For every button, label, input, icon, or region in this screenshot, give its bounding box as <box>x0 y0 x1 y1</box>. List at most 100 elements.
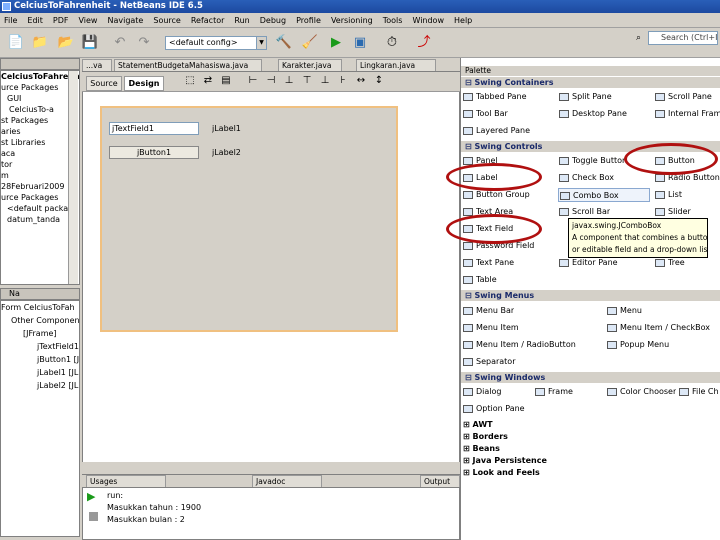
redo-icon[interactable]: ↷ <box>134 32 154 52</box>
pdf-export-icon[interactable]: ⤴ <box>414 32 434 52</box>
config-select[interactable]: <default config> ▼ <box>165 36 267 50</box>
form-textfield[interactable]: jTextField1 <box>109 122 199 135</box>
palette-item[interactable]: Dialog <box>462 385 501 399</box>
palette-item[interactable]: List <box>654 188 682 202</box>
category-look-and-feels[interactable]: ⊞ Look and Feels <box>463 467 720 478</box>
palette-item[interactable]: Tool Bar <box>462 107 508 121</box>
form-button[interactable]: jButton1 <box>109 146 199 159</box>
align-top-icon[interactable]: ⊤ <box>300 72 314 90</box>
menu-view[interactable]: View <box>78 16 97 25</box>
new-file-icon[interactable]: 📄 <box>6 32 26 52</box>
menu-versioning[interactable]: Versioning <box>331 16 373 25</box>
profile-icon[interactable]: ⏱ <box>382 32 402 52</box>
palette-item[interactable]: Check Box <box>558 171 614 185</box>
palette-item[interactable]: Menu Item <box>462 321 519 335</box>
palette-item[interactable]: Menu Item / CheckBox <box>606 321 710 335</box>
category-swing-windows[interactable]: ⊟ Swing Windows <box>461 372 720 383</box>
palette-item[interactable]: Menu Item / RadioButton <box>462 338 576 352</box>
nav-node[interactable]: jTextField1 <box>1 340 79 353</box>
palette-item[interactable]: Toggle Button <box>558 154 627 168</box>
align-left-icon[interactable]: ⊢ <box>246 72 260 90</box>
editor-tab[interactable]: ...va <box>82 59 112 71</box>
form-label1[interactable]: jLabel1 <box>212 123 241 134</box>
palette-item[interactable]: Color Chooser <box>606 385 676 399</box>
resize-horizontal-icon[interactable]: ↔ <box>354 72 368 90</box>
palette-item[interactable]: Separator <box>462 355 516 369</box>
tab-design[interactable]: Design <box>124 76 164 91</box>
editor-tab[interactable]: StatementBudgetaMahasiswa.java <box>114 59 262 71</box>
search-input[interactable]: Search (Ctrl+I) <box>648 31 718 45</box>
nav-node[interactable]: jLabel2 [JL <box>1 379 79 392</box>
clean-build-icon[interactable]: 🧹 <box>300 32 320 52</box>
palette-item[interactable]: Tree <box>654 256 685 270</box>
form-label2[interactable]: jLabel2 <box>212 147 241 158</box>
palette-item[interactable]: Editor Pane <box>558 256 618 270</box>
palette-item[interactable]: Popup Menu <box>606 338 669 352</box>
palette-item[interactable]: Text Pane <box>462 256 514 270</box>
menu-window[interactable]: Window <box>412 16 444 25</box>
resize-vertical-icon[interactable]: ↕ <box>372 72 386 90</box>
main-toolbar: 📄 📁 📂 💾 ↶ ↷ 🔨 🧹 ▶ ▣ ⏱ ⤴ <box>0 28 720 58</box>
category-borders[interactable]: ⊞ Borders <box>463 431 720 442</box>
palette-item[interactable]: Menu <box>606 304 642 318</box>
palette-item-selected[interactable]: Combo Box <box>558 188 650 202</box>
align-right-icon[interactable]: ⊣ <box>264 72 278 90</box>
palette-item[interactable]: Scroll Pane <box>654 90 712 104</box>
save-all-icon[interactable]: 💾 <box>80 32 100 52</box>
scroll-bar-icon <box>559 208 569 216</box>
palette-item[interactable]: Internal Frame <box>654 107 720 121</box>
nav-node[interactable]: jLabel1 [JL <box>1 366 79 379</box>
menu-navigate[interactable]: Navigate <box>107 16 143 25</box>
palette-item[interactable]: Layered Pane <box>462 124 530 138</box>
palette-item[interactable]: Option Pane <box>462 402 525 416</box>
menu-tools[interactable]: Tools <box>383 16 403 25</box>
palette-item[interactable]: Desktop Pane <box>558 107 627 121</box>
menu-file[interactable]: File <box>4 16 17 25</box>
align-bottom-icon[interactable]: ⊥ <box>318 72 332 90</box>
palette-item[interactable]: Scroll Bar <box>558 205 610 219</box>
build-hammer-icon[interactable]: 🔨 <box>274 32 294 52</box>
palette-item[interactable]: Table <box>462 273 497 287</box>
category-java-persistence[interactable]: ⊞ Java Persistence <box>463 455 720 466</box>
rerun-icon[interactable]: ▶ <box>87 490 95 503</box>
palette-item[interactable]: Tabbed Pane <box>462 90 527 104</box>
category-swing-menus[interactable]: ⊟ Swing Menus <box>461 290 720 301</box>
menu-refactor[interactable]: Refactor <box>191 16 225 25</box>
run-icon[interactable]: ▶ <box>326 32 346 52</box>
nav-node[interactable]: [JFrame] <box>1 327 79 340</box>
new-project-icon[interactable]: 📁 <box>30 32 50 52</box>
category-swing-containers[interactable]: ⊟ Swing Containers <box>461 77 720 88</box>
palette-item[interactable]: Menu Bar <box>462 304 514 318</box>
menu-run[interactable]: Run <box>234 16 249 25</box>
connection-mode-icon[interactable]: ⇄ <box>200 72 216 90</box>
category-awt[interactable]: ⊞ AWT <box>463 419 720 430</box>
menu-debug[interactable]: Debug <box>260 16 286 25</box>
preview-design-icon[interactable]: ▤ <box>218 72 234 90</box>
nav-node[interactable]: Other Components <box>1 314 79 327</box>
jframe-form[interactable]: jTextField1 jButton1 jLabel1 jLabel2 <box>100 106 398 332</box>
projects-scrollbar[interactable] <box>68 71 78 284</box>
palette-item[interactable]: Split Pane <box>558 90 612 104</box>
editor-tab[interactable]: Karakter.java <box>278 59 342 71</box>
menu-help[interactable]: Help <box>454 16 472 25</box>
stop-icon[interactable] <box>89 512 98 521</box>
center-horizontally-icon[interactable]: ⊥ <box>282 72 296 90</box>
undo-icon[interactable]: ↶ <box>110 32 130 52</box>
selection-mode-icon[interactable]: ⬚ <box>182 72 198 90</box>
menu-profile[interactable]: Profile <box>296 16 321 25</box>
menu-source[interactable]: Source <box>153 16 180 25</box>
debug-icon[interactable]: ▣ <box>350 32 370 52</box>
open-project-icon[interactable]: 📂 <box>56 32 76 52</box>
palette-item[interactable]: File Ch <box>678 385 720 399</box>
center-vertically-icon[interactable]: ⊦ <box>336 72 350 90</box>
palette-item-label: Menu Item <box>476 323 519 332</box>
menu-edit[interactable]: Edit <box>27 16 43 25</box>
menu-pdf[interactable]: PDF <box>53 16 69 25</box>
palette-item[interactable]: Slider <box>654 205 691 219</box>
editor-tab[interactable]: Lingkaran.java <box>356 59 436 71</box>
tab-source[interactable]: Source <box>86 76 122 91</box>
category-beans[interactable]: ⊞ Beans <box>463 443 720 454</box>
palette-item[interactable]: Frame <box>534 385 573 399</box>
nav-node[interactable]: Form CelciusToFah <box>1 301 79 314</box>
nav-node[interactable]: jButton1 [J <box>1 353 79 366</box>
